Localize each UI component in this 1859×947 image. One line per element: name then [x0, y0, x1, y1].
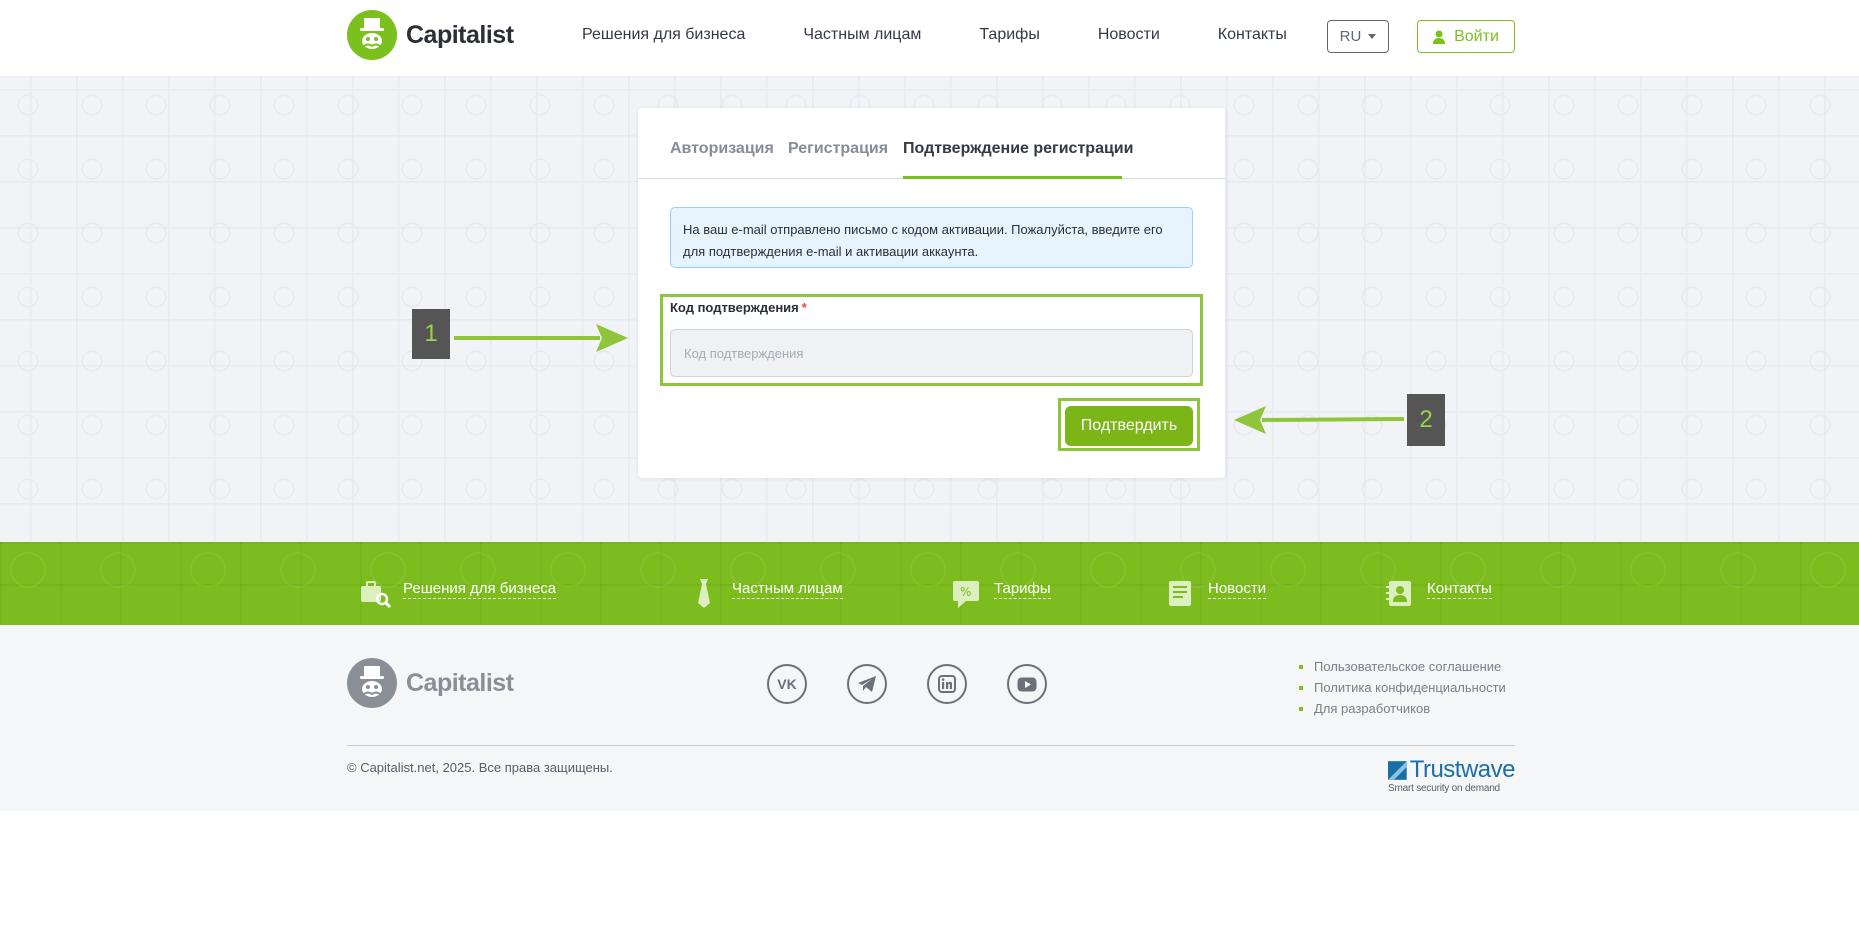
login-button[interactable]: Войти: [1417, 20, 1515, 53]
band-label-business: Решения для бизнеса: [403, 579, 557, 599]
footer-logo[interactable]: Capitalist: [347, 658, 514, 708]
trustwave-name: Trustwave: [1409, 756, 1516, 783]
social-youtube[interactable]: [1007, 664, 1047, 704]
social-telegram[interactable]: [847, 664, 887, 704]
link-user-agreement[interactable]: Пользовательское соглашение: [1299, 656, 1506, 677]
link-developers[interactable]: Для разработчиков: [1299, 698, 1506, 719]
band-link-news[interactable]: Новости: [1164, 573, 1267, 606]
highlight-confirm-button: [1058, 398, 1200, 451]
trustwave-logo-icon: [1388, 760, 1407, 780]
logo-text: Capitalist: [406, 20, 514, 49]
youtube-icon: [1017, 677, 1037, 691]
contact-card-icon: [1386, 581, 1411, 606]
tab-registration-confirm[interactable]: Подтверждение регистрации: [903, 140, 1133, 158]
highlight-code-field: [660, 294, 1203, 386]
newspaper-icon: [1169, 581, 1191, 606]
social-vk[interactable]: VK: [767, 664, 807, 704]
band-link-contacts[interactable]: Контакты: [1383, 573, 1492, 606]
nav-contacts[interactable]: Контакты: [1218, 26, 1287, 44]
footer-divider: [347, 745, 1515, 746]
nav-news[interactable]: Новости: [1098, 26, 1160, 44]
site-header: Capitalist Решения для бизнеса Частным л…: [0, 0, 1859, 77]
footer-logo-text: Capitalist: [406, 668, 514, 697]
info-alert: На ваш e-mail отправлено письмо с кодом …: [670, 207, 1193, 268]
user-icon: [1433, 30, 1446, 44]
logo-link[interactable]: Capitalist: [347, 10, 514, 60]
telegram-icon: [858, 676, 876, 692]
trustwave-tagline: Smart security on demand: [1388, 783, 1500, 794]
step-badge-2: 2: [1407, 394, 1445, 446]
logo-mascot-icon: [347, 10, 397, 60]
step-badge-1: 1: [412, 309, 450, 359]
link-privacy-policy[interactable]: Политика конфиденциальности: [1299, 677, 1506, 698]
footer-links: Пользовательское соглашение Политика кон…: [1299, 656, 1506, 719]
vk-icon: VK: [777, 676, 797, 692]
language-select[interactable]: RU: [1327, 20, 1389, 53]
auth-tabs: Авторизация Регистрация Подтверждение ре…: [638, 108, 1225, 179]
active-tab-indicator: [903, 176, 1122, 179]
tab-registration[interactable]: Регистрация: [788, 140, 888, 158]
band-label-individuals: Частным лицам: [732, 579, 843, 599]
nav-individuals[interactable]: Частным лицам: [803, 26, 921, 44]
tie-icon: [698, 579, 710, 608]
main-nav: Решения для бизнеса Частным лицам Тарифы…: [582, 26, 1345, 44]
nav-business[interactable]: Решения для бизнеса: [582, 26, 745, 44]
band-link-tariffs[interactable]: % Тарифы: [950, 573, 1051, 608]
tariff-tag-icon: %: [953, 581, 979, 608]
tab-authorization[interactable]: Авторизация: [670, 140, 774, 158]
arrow-right-icon: [454, 324, 628, 352]
sections-band: Решения для бизнеса Частным лицам % Тари…: [0, 542, 1859, 625]
trustwave-badge[interactable]: Trustwave Smart security on demand: [1388, 756, 1516, 794]
band-link-business[interactable]: Решения для бизнеса: [359, 573, 557, 609]
site-footer: Capitalist VK Пользовательское соглашени…: [0, 625, 1859, 811]
arrow-left-icon: [1234, 406, 1405, 434]
caret-down-icon: [1368, 34, 1377, 39]
social-linkedin[interactable]: [927, 664, 967, 704]
logo-mascot-icon: [347, 658, 397, 708]
business-bag-icon: [361, 581, 391, 609]
linkedin-icon: [938, 675, 956, 693]
language-value: RU: [1339, 28, 1362, 45]
copyright: © Capitalist.net, 2025. Все права защище…: [347, 760, 613, 775]
band-label-contacts: Контакты: [1427, 579, 1492, 599]
band-link-individuals[interactable]: Частным лицам: [688, 573, 843, 608]
login-label: Войти: [1454, 27, 1499, 45]
svg-text:%: %: [960, 585, 971, 599]
band-label-tariffs: Тарифы: [994, 579, 1051, 599]
nav-tariffs[interactable]: Тарифы: [979, 26, 1039, 44]
band-label-news: Новости: [1208, 579, 1267, 599]
